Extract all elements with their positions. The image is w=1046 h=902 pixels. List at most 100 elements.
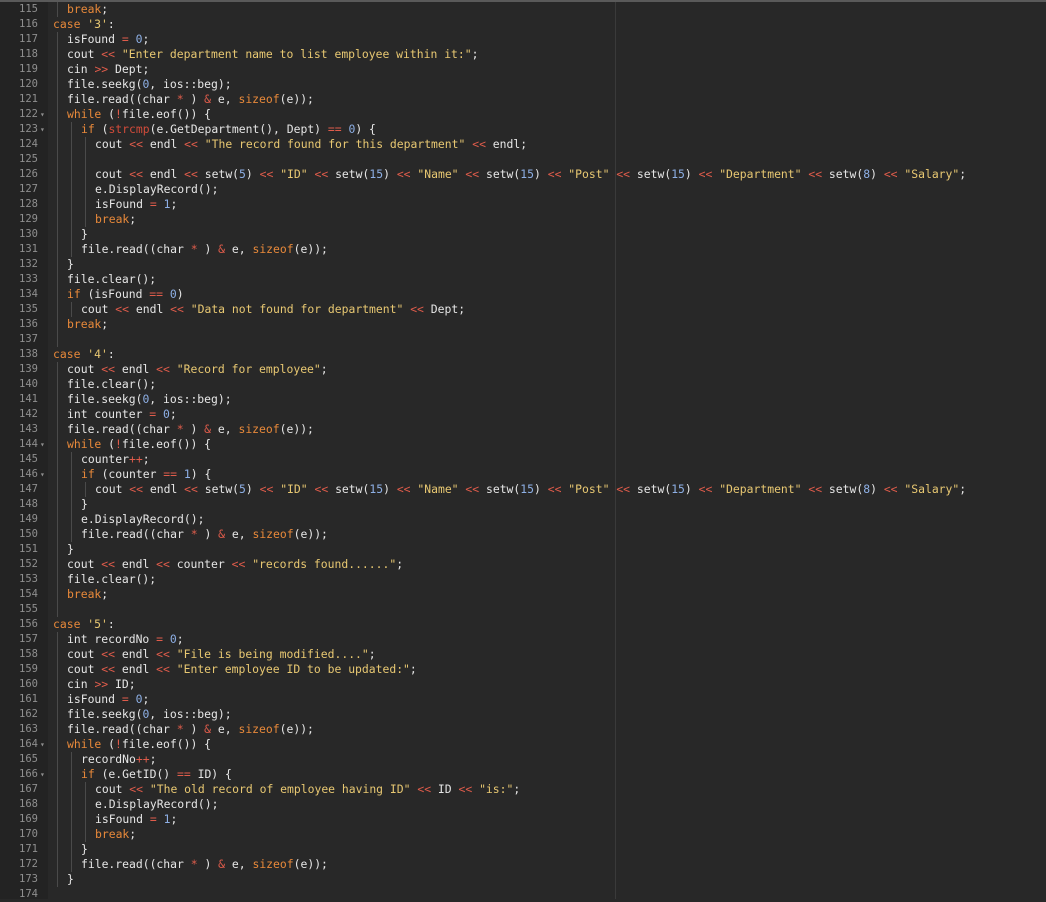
code-line[interactable]: 126 cout << endl << setw(5) << "ID" << se… xyxy=(0,167,1046,182)
code-line[interactable]: 129 break; xyxy=(0,212,1046,227)
code-line[interactable]: 149 e.DisplayRecord(); xyxy=(0,512,1046,527)
code-line[interactable]: 168 e.DisplayRecord(); xyxy=(0,797,1046,812)
code-line[interactable]: 123 ▾ if (strcmp(e.GetDepartment(), Dept) … xyxy=(0,122,1046,137)
code-line[interactable]: 169 isFound = 1; xyxy=(0,812,1046,827)
code-line[interactable]: 115 break; xyxy=(0,2,1046,17)
token-plain: ( xyxy=(101,437,116,451)
code-line[interactable]: 142 int counter = 0; xyxy=(0,407,1046,422)
code-line[interactable]: 147 cout << endl << setw(5) << "ID" << se… xyxy=(0,482,1046,497)
token-plain: recordNo xyxy=(81,752,136,766)
code-line[interactable]: 135 cout << endl << "Data not found for d… xyxy=(0,302,1046,317)
code-line[interactable]: 173} xyxy=(0,872,1046,887)
code-line[interactable]: 158 cout << endl << "File is being modifi… xyxy=(0,647,1046,662)
indent-guide xyxy=(57,782,58,797)
token-plain: ; xyxy=(959,482,967,496)
indent-guide xyxy=(57,2,58,17)
code-line[interactable]: 116 case '3': xyxy=(0,17,1046,32)
code-editor[interactable]: 115 break; 116 case '3': 117 isFound = 0; 118 c… xyxy=(0,0,1046,902)
token-op: << xyxy=(184,482,198,496)
code-line[interactable]: 172 file.read((char * ) & e, sizeof(e)); xyxy=(0,857,1046,872)
code-line[interactable]: 151} xyxy=(0,542,1046,557)
code-line[interactable]: 121 file.read((char * ) & e, sizeof(e)); xyxy=(0,92,1046,107)
code-line[interactable]: 133 file.clear(); xyxy=(0,272,1046,287)
code-line[interactable]: 124 cout << endl << "The record found for… xyxy=(0,137,1046,152)
token-op: << xyxy=(156,662,170,676)
code-line[interactable]: 132} xyxy=(0,257,1046,272)
token-plain: file.seekg( xyxy=(67,707,143,721)
fold-toggle-icon[interactable]: ▾ xyxy=(40,767,45,782)
code-line[interactable]: 167 cout << "The old record of employee h… xyxy=(0,782,1046,797)
token-op: << xyxy=(156,362,170,376)
code-line[interactable]: 130} xyxy=(0,227,1046,242)
fold-toggle-icon[interactable]: ▾ xyxy=(40,122,45,137)
token-op: << xyxy=(808,167,823,181)
code-line[interactable]: 128 isFound = 1; xyxy=(0,197,1046,212)
token-plain: cout xyxy=(67,647,102,661)
token-plain: file.read((char xyxy=(67,422,177,436)
fold-toggle-icon[interactable]: ▾ xyxy=(40,437,45,452)
indent-guide xyxy=(57,737,58,752)
code-lines[interactable]: 115 break; 116 case '3': 117 isFound = 0; 118 c… xyxy=(0,2,1046,902)
indent-guide xyxy=(57,632,58,647)
indent-guide xyxy=(71,527,72,542)
indent-guide xyxy=(71,767,72,782)
code-line[interactable]: 131 file.read((char * ) & e, sizeof(e)); xyxy=(0,242,1046,257)
code-line[interactable]: 143 file.read((char * ) & e, sizeof(e)); xyxy=(0,422,1046,437)
code-line[interactable]: 117 isFound = 0; xyxy=(0,32,1046,47)
token-plain: counter xyxy=(81,452,130,466)
indent-guide xyxy=(57,707,58,722)
code-line[interactable]: 152 cout << endl << counter << "records f… xyxy=(0,557,1046,572)
code-line[interactable]: 146 ▾ if (counter == 1) { xyxy=(0,467,1046,482)
indent-guide xyxy=(57,212,58,227)
code-line[interactable]: 164 ▾ while (!file.eof()) { xyxy=(0,737,1046,752)
code-line[interactable]: 141 file.seekg(0, ios::beg); xyxy=(0,392,1046,407)
code-line[interactable]: 138 case '4': xyxy=(0,347,1046,362)
code-line[interactable]: 122 ▾ while (!file.eof()) { xyxy=(0,107,1046,122)
code-line[interactable]: 165 recordNo++; xyxy=(0,752,1046,767)
code-line[interactable]: 174 xyxy=(0,887,1046,902)
token-num: 0 xyxy=(163,407,170,421)
code-line[interactable]: 137 xyxy=(0,332,1046,347)
indent-guide xyxy=(57,557,58,572)
code-line[interactable]: 134 if (isFound == 0) xyxy=(0,287,1046,302)
code-line[interactable]: 155 xyxy=(0,602,1046,617)
fold-toggle-icon[interactable]: ▾ xyxy=(40,107,45,122)
code-line[interactable]: 150 file.read((char * ) & e, sizeof(e)); xyxy=(0,527,1046,542)
code-line[interactable]: 136 break; xyxy=(0,317,1046,332)
line-number: 145 xyxy=(19,453,38,465)
code-line[interactable]: 120 file.seekg(0, ios::beg); xyxy=(0,77,1046,92)
code-line[interactable]: 118 cout << "Enter department name to lis… xyxy=(0,47,1046,62)
code-line[interactable]: 140 file.clear(); xyxy=(0,377,1046,392)
code-text: isFound = 0; xyxy=(67,692,149,707)
token-plain: ) xyxy=(383,167,397,181)
code-line[interactable]: 159 cout << endl << "Enter employee ID to… xyxy=(0,662,1046,677)
code-line[interactable]: 170 break; xyxy=(0,827,1046,842)
token-op: << xyxy=(410,302,424,316)
indent-guide xyxy=(57,662,58,677)
code-line[interactable]: 139 cout << endl << "Record for employee"… xyxy=(0,362,1046,377)
code-line[interactable]: 161 isFound = 0; xyxy=(0,692,1046,707)
token-str: "Salary" xyxy=(904,482,960,496)
fold-toggle-icon[interactable]: ▾ xyxy=(40,737,45,752)
token-kw: case xyxy=(53,617,81,631)
token-kw: sizeof xyxy=(238,422,280,436)
code-line[interactable]: 144 ▾ while (!file.eof()) { xyxy=(0,437,1046,452)
code-line[interactable]: 160 cin >> ID; xyxy=(0,677,1046,692)
fold-toggle-icon[interactable]: ▾ xyxy=(40,467,45,482)
token-op: << xyxy=(129,782,144,796)
code-line[interactable]: 148} xyxy=(0,497,1046,512)
line-number: 139 xyxy=(19,363,38,375)
code-line[interactable]: 163 file.read((char * ) & e, sizeof(e)); xyxy=(0,722,1046,737)
code-line[interactable]: 154 break; xyxy=(0,587,1046,602)
code-line[interactable]: 156 case '5': xyxy=(0,617,1046,632)
code-line[interactable]: 145 counter++; xyxy=(0,452,1046,467)
code-line[interactable]: 166 ▾ if (e.GetID() == ID) { xyxy=(0,767,1046,782)
code-line[interactable]: 157 int recordNo = 0; xyxy=(0,632,1046,647)
code-line[interactable]: 153 file.clear(); xyxy=(0,572,1046,587)
code-line[interactable]: 119 cin >> Dept; xyxy=(0,62,1046,77)
code-line[interactable]: 127 e.DisplayRecord(); xyxy=(0,182,1046,197)
code-line[interactable]: 125 xyxy=(0,152,1046,167)
code-line[interactable]: 162 file.seekg(0, ios::beg); xyxy=(0,707,1046,722)
code-line[interactable]: 171} xyxy=(0,842,1046,857)
